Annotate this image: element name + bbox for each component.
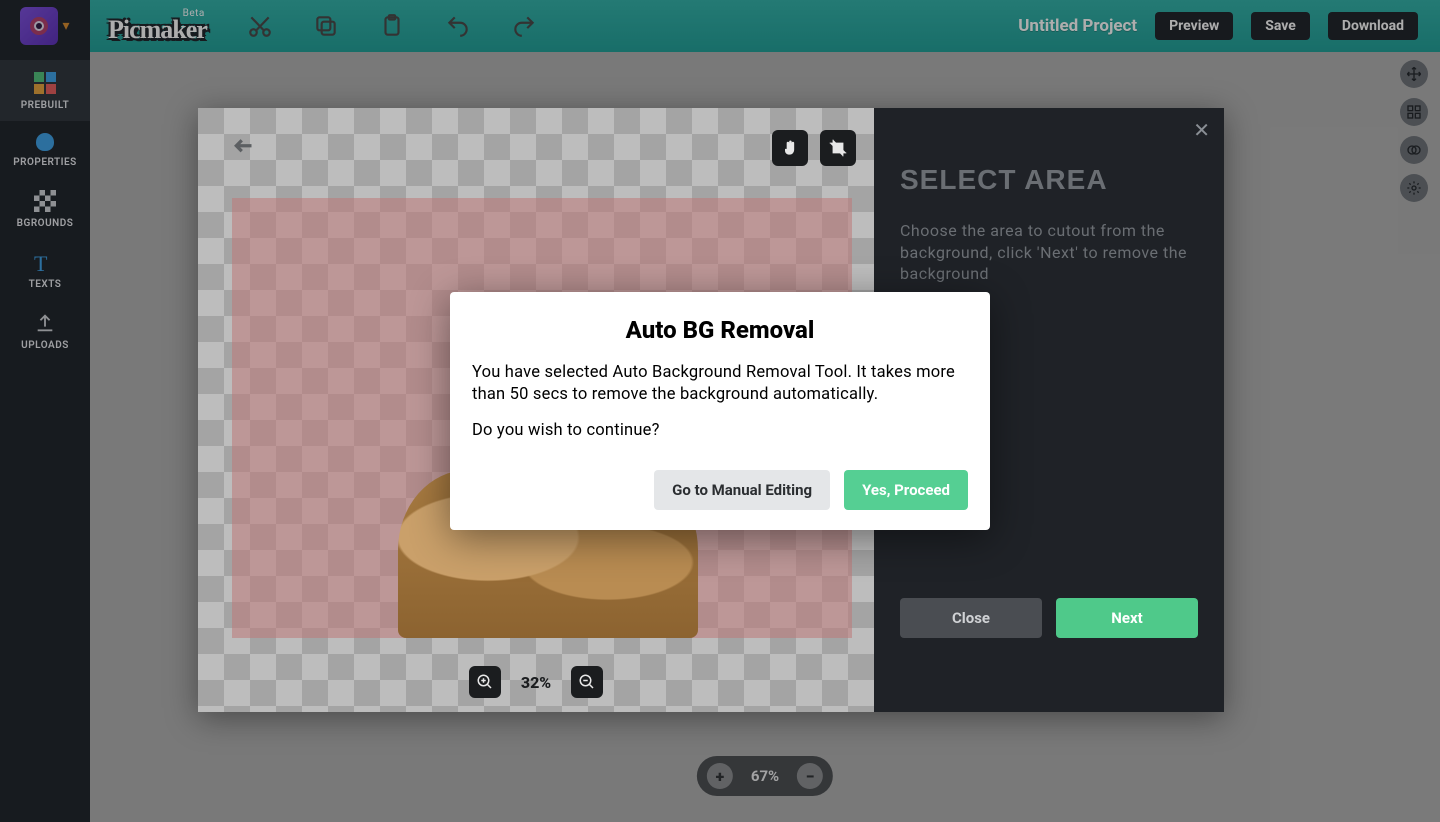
modal-body-2: Do you wish to continue? bbox=[472, 420, 968, 442]
manual-editing-button[interactable]: Go to Manual Editing bbox=[654, 470, 830, 510]
modal-body-1: You have selected Auto Background Remova… bbox=[472, 362, 968, 406]
proceed-button[interactable]: Yes, Proceed bbox=[844, 470, 968, 510]
modal-overlay: Auto BG Removal You have selected Auto B… bbox=[0, 0, 1440, 822]
auto-bg-modal: Auto BG Removal You have selected Auto B… bbox=[450, 292, 990, 529]
modal-title: Auto BG Removal bbox=[472, 316, 968, 344]
